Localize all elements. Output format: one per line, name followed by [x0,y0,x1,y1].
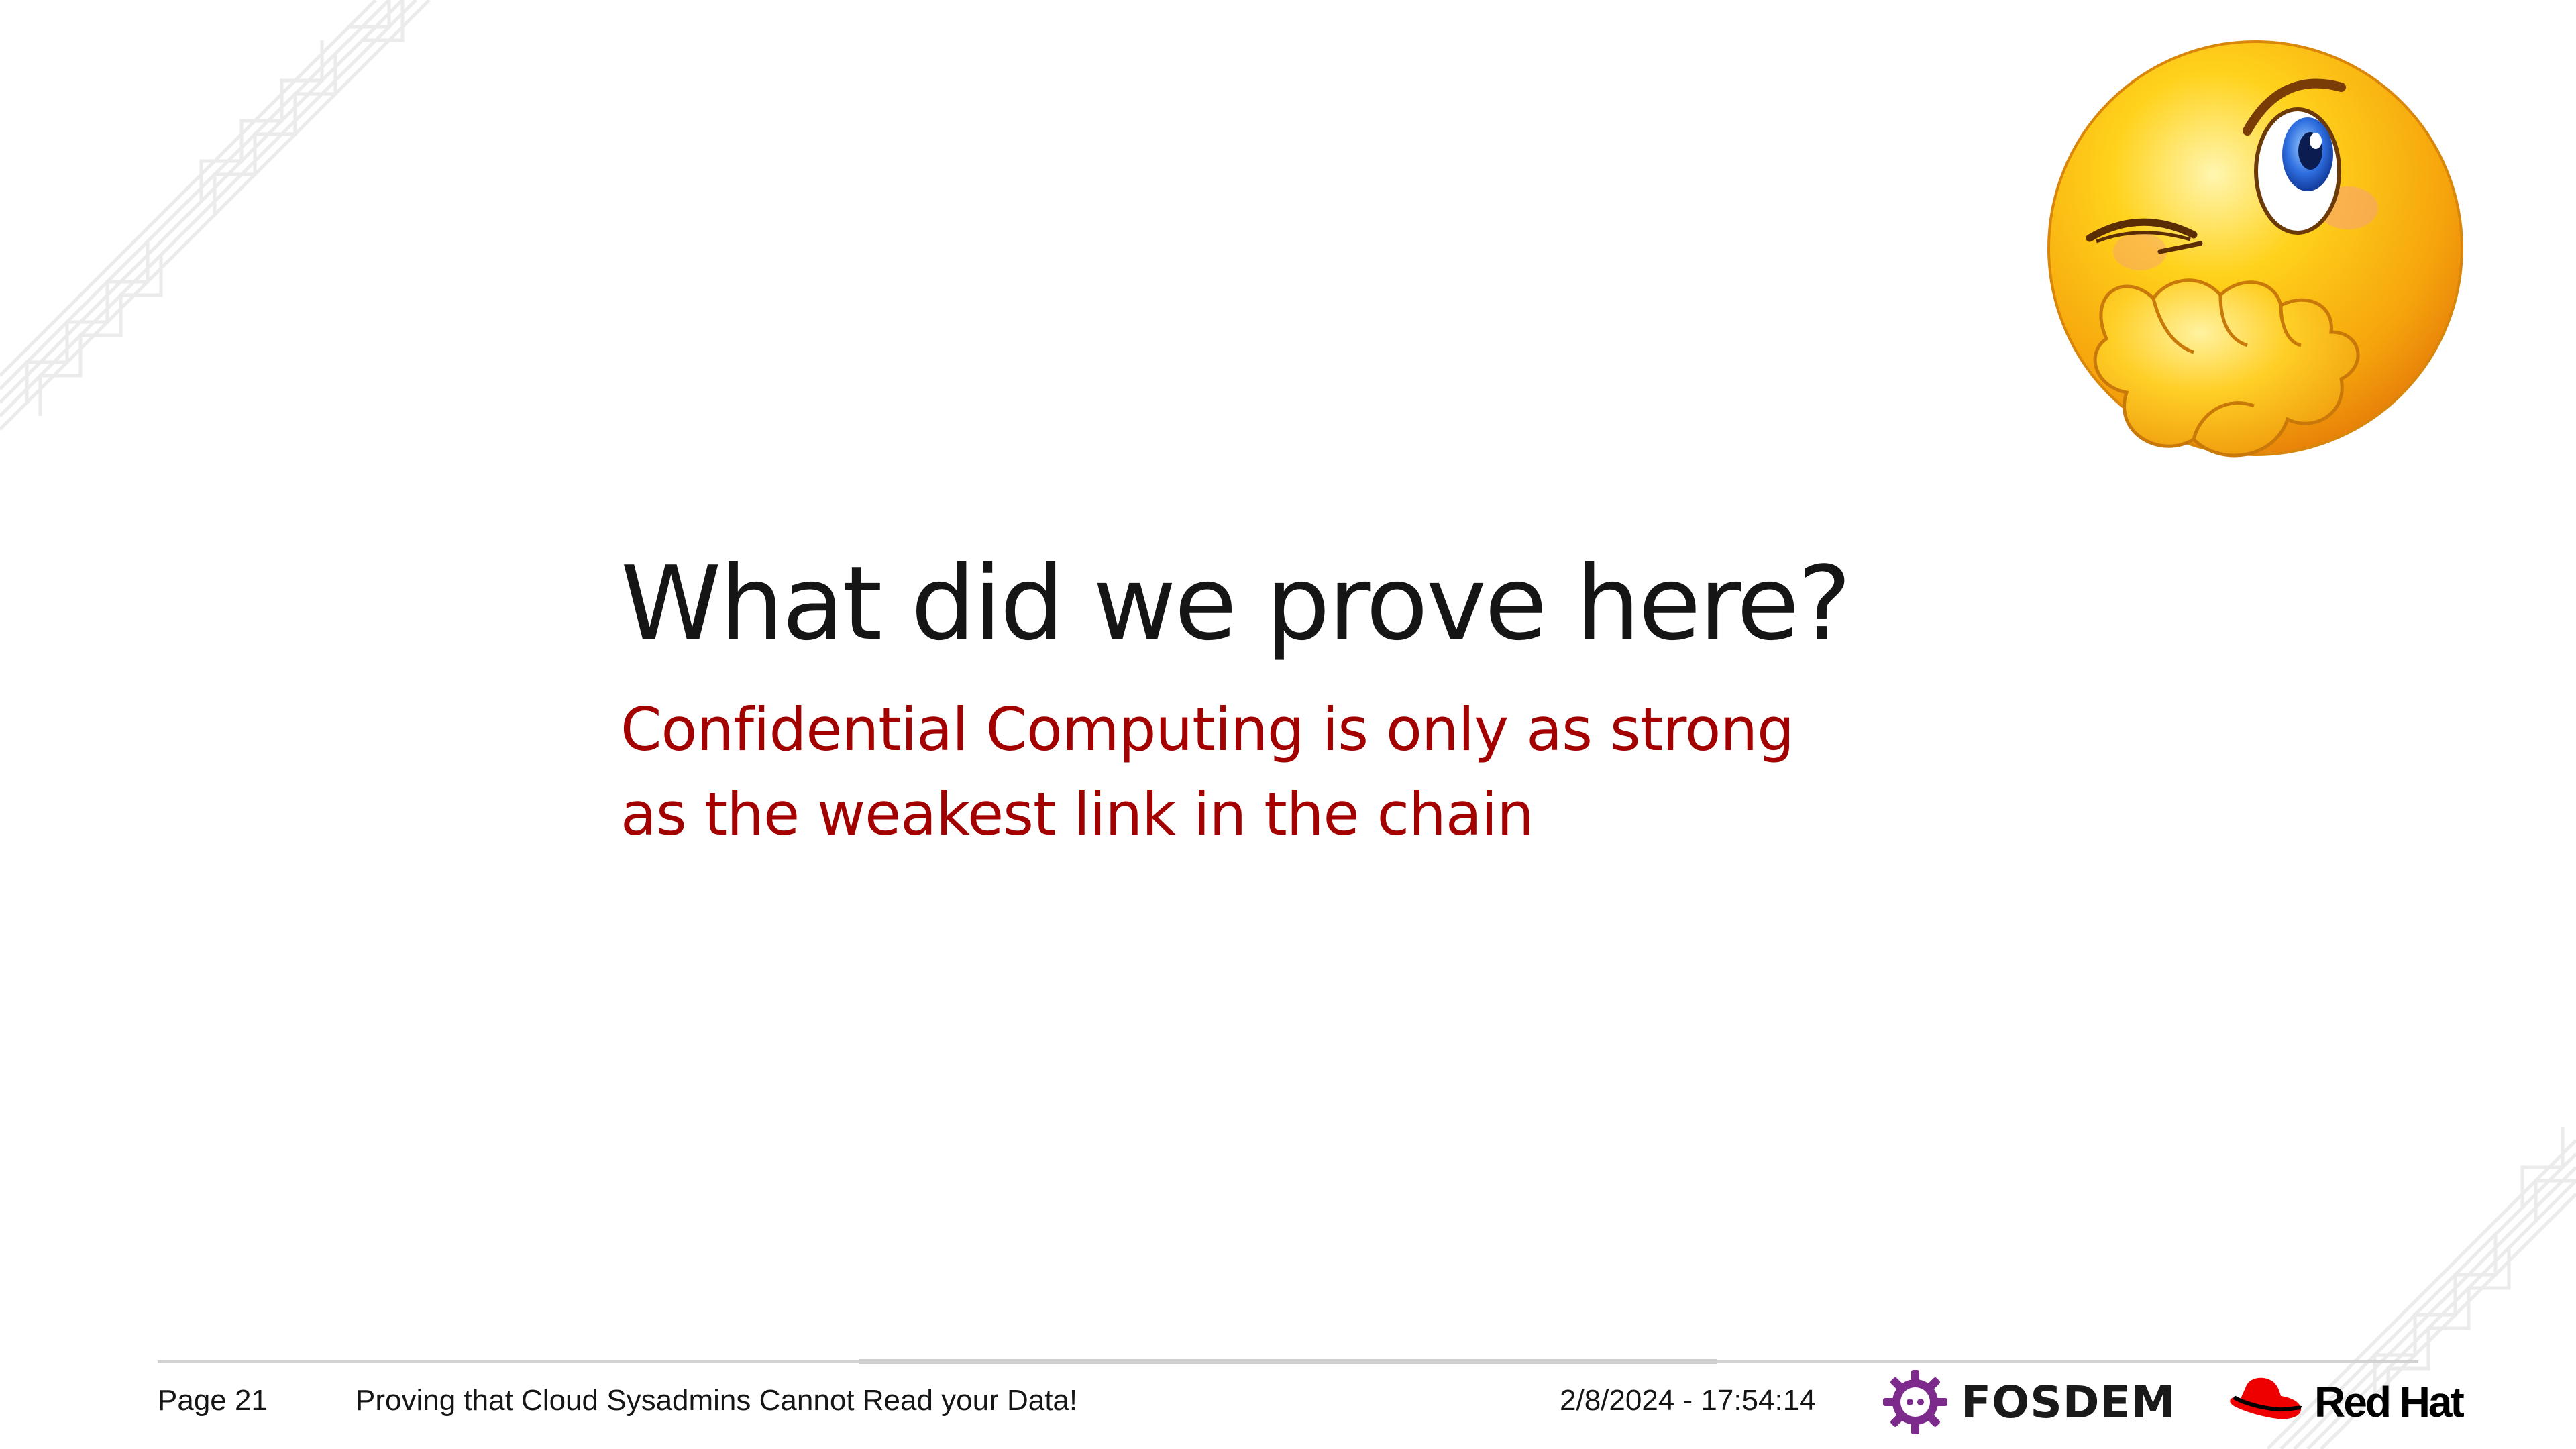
slide-title: What did we prove here? [621,544,1851,663]
presentation-timestamp: 2/8/2024 - 17:54:14 [1560,1384,1816,1417]
slide-subtitle: Confidential Computing is only as strong… [621,688,1794,857]
red-hat-icon [2230,1377,2302,1419]
redhat-logo: Red Hat [2226,1368,2465,1436]
deck-title: Proving that Cloud Sysadmins Cannot Read… [356,1384,1078,1417]
redhat-logo-text: Red Hat [2314,1378,2465,1426]
subtitle-line-1: Confidential Computing is only as strong [621,695,1794,764]
page-number: Page 21 [158,1384,268,1417]
fosdem-logo: FOSDEM [1882,1365,2176,1439]
subtitle-line-2: as the weakest link in the chain [621,780,1534,849]
fosdem-logo-text: FOSDEM [1961,1376,2176,1428]
corner-pattern-decoration [0,0,431,431]
footer-divider-accent [859,1359,1717,1364]
thinking-winking-emoji-icon [2047,40,2463,458]
fosdem-gear-icon [1883,1370,1947,1434]
